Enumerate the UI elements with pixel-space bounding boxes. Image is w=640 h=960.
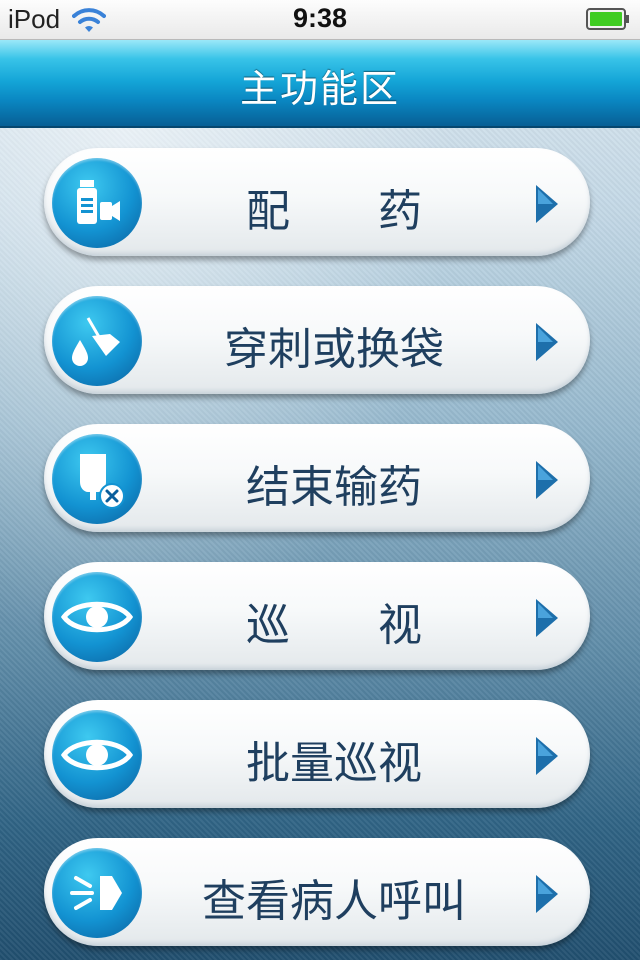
menu-item-label: 配 药 xyxy=(246,186,422,237)
menu-item-puncture-or-change-bag[interactable]: 穿刺或换袋 xyxy=(44,286,590,394)
call-signal-icon xyxy=(52,848,142,938)
chevron-right-icon xyxy=(534,873,560,915)
page-title: 主功能区 xyxy=(239,67,400,111)
menu-item-view-patient-calls[interactable]: 查看病人呼叫 xyxy=(44,838,590,946)
menu-item-label: 批量巡视 xyxy=(246,738,422,789)
chevron-right-icon xyxy=(534,459,560,501)
menu-item-patrol[interactable]: 巡 视 xyxy=(44,562,590,670)
menu-item-end-infusion[interactable]: 结束输药 xyxy=(44,424,590,532)
menu-item-label: 查看病人呼叫 xyxy=(202,876,466,927)
clock: 9:38 xyxy=(292,3,348,33)
battery-full-icon xyxy=(586,8,630,30)
eye-icon xyxy=(52,572,142,662)
menu-item-label: 巡 视 xyxy=(246,600,422,651)
menu-item-label: 结束输药 xyxy=(246,462,422,513)
chevron-right-icon xyxy=(534,735,560,777)
medicine-bottle-icon xyxy=(52,158,142,248)
needle-drop-icon xyxy=(52,296,142,386)
status-bar: iPod 9:38 xyxy=(0,0,640,40)
iv-bag-stop-icon xyxy=(52,434,142,524)
chevron-right-icon xyxy=(534,597,560,639)
menu-item-dispense-medicine[interactable]: 配 药 xyxy=(44,148,590,256)
chevron-right-icon xyxy=(534,183,560,225)
menu-item-label: 穿刺或换袋 xyxy=(224,324,444,375)
menu-item-batch-patrol[interactable]: 批量巡视 xyxy=(44,700,590,808)
navigation-bar: 主功能区 xyxy=(0,40,640,128)
eye-icon xyxy=(52,710,142,800)
chevron-right-icon xyxy=(534,321,560,363)
